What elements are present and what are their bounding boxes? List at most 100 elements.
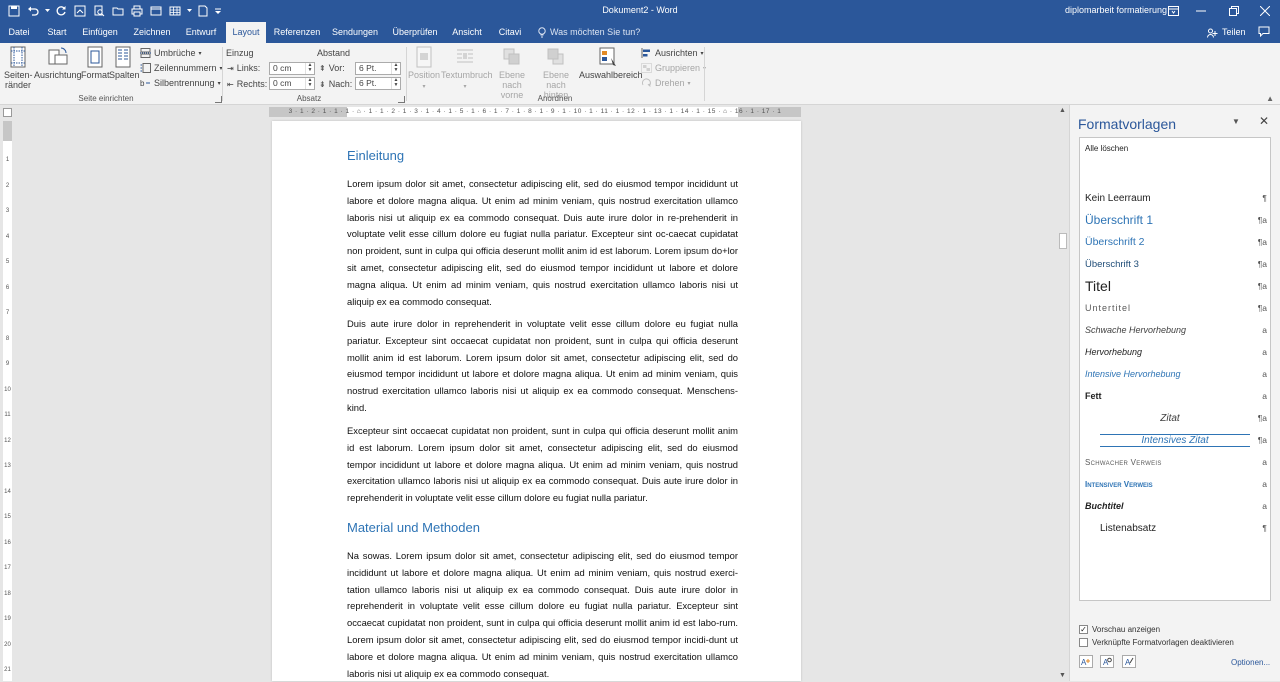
minimize-icon[interactable] <box>1193 3 1209 19</box>
einzug-links-input[interactable]: 0 cm ▲ ▼ <box>269 62 315 75</box>
collapse-ribbon-icon[interactable]: ▲ <box>1266 94 1274 103</box>
tab-start[interactable]: Start <box>43 22 71 43</box>
style-item-kein-leerraum[interactable]: Kein Leerraum ¶ <box>1085 188 1267 208</box>
vertical-ruler[interactable]: 1 2 3 4 5 6 7 8 9 10 11 12 13 14 15 16 17 18 19 20 21 <box>3 121 12 681</box>
ausrichten-button[interactable]: Ausrichten ▾ <box>641 46 704 60</box>
style-name: Buchtitel <box>1085 501 1124 511</box>
absatz-dialog-launcher-icon[interactable] <box>398 96 405 103</box>
pane-options-dropdown-icon[interactable]: ▼ <box>1232 117 1240 126</box>
silbentrennung-label: Silbentrennung <box>154 78 215 88</box>
paragraph[interactable]: Duis aute irure dolor in reprehenderit i… <box>347 316 738 417</box>
style-item-fett[interactable]: Fett a <box>1085 386 1267 406</box>
paragraph[interactable]: Na sowas. Lorem ipsum dolor sit amet, co… <box>347 548 738 682</box>
close-icon[interactable] <box>1257 3 1273 19</box>
style-name: Schwache Hervorhebung <box>1085 325 1187 335</box>
vertical-ruler-label: 10 <box>4 386 11 393</box>
horizontal-ruler[interactable]: 3 · 1 · 2 · 1 · 1 · 1 · ⌂ · 1 · 1 · 2 · … <box>269 107 801 117</box>
style-item-ueberschrift-1[interactable]: Überschrift 1 ¶a <box>1085 210 1267 230</box>
einzug-rechts-input[interactable]: 0 cm ▲ ▼ <box>269 77 315 90</box>
vertical-scrollbar[interactable]: ▲ ▼ <box>1057 105 1069 681</box>
share-button[interactable]: Teilen <box>1207 22 1246 43</box>
style-inspector-icon[interactable]: A <box>1100 655 1114 668</box>
position-button[interactable]: Position ▾ <box>408 46 440 92</box>
tab-einfuegen[interactable]: Einfügen <box>80 22 120 43</box>
spinner-arrows-icon[interactable]: ▲ ▼ <box>305 63 314 74</box>
scroll-down-icon[interactable]: ▼ <box>1059 672 1066 679</box>
scroll-thumb[interactable] <box>1059 233 1067 249</box>
style-item-listenabsatz[interactable]: Listenabsatz ¶ <box>1085 518 1267 538</box>
abstand-nach-input[interactable]: 6 Pt. ▲ ▼ <box>355 77 401 90</box>
heading-material-und-methoden[interactable]: Material und Methoden <box>347 520 480 535</box>
spalten-button[interactable]: Spalten <box>109 46 140 80</box>
tab-citavi[interactable]: Citavi <box>495 22 525 43</box>
tab-ueberpruefen[interactable]: Überprüfen <box>389 22 441 43</box>
style-item-untertitel[interactable]: Untertitel ¶a <box>1085 298 1267 318</box>
style-name: Titel <box>1085 278 1111 294</box>
spinner-arrows-icon[interactable]: ▲ ▼ <box>305 78 314 89</box>
linked-styles-checkbox[interactable] <box>1079 638 1088 647</box>
tab-referenzen[interactable]: Referenzen <box>272 22 322 43</box>
seitenraender-button[interactable]: Seiten- ränder <box>4 46 33 90</box>
textumbruch-button[interactable]: Textumbruch ▾ <box>441 46 493 92</box>
ausrichtung-button[interactable]: Ausrichtung <box>34 46 82 80</box>
paragraph[interactable]: Excepteur sint occaecat cupidatat non pr… <box>347 423 738 507</box>
tab-entwurf[interactable]: Entwurf <box>182 22 220 43</box>
scroll-up-icon[interactable]: ▲ <box>1059 107 1066 114</box>
tab-datei[interactable]: Datei <box>5 22 33 43</box>
paragraph[interactable]: Lorem ipsum dolor sit amet, consectetur … <box>347 176 738 310</box>
style-item-ueberschrift-3[interactable]: Überschrift 3 ¶a <box>1085 254 1267 274</box>
style-item-ueberschrift-2[interactable]: Überschrift 2 ¶a <box>1085 232 1267 252</box>
style-item-zitat[interactable]: Zitat ¶a <box>1085 408 1267 428</box>
style-item-titel[interactable]: Titel ¶a <box>1085 276 1267 296</box>
user-name[interactable]: diplomarbeit formatierung <box>1065 5 1167 15</box>
linked-styles-checkbox-row[interactable]: Verknüpfte Formatvorlagen deaktivieren <box>1079 638 1234 647</box>
style-item-intensive-hervorhebung[interactable]: Intensive Hervorhebung a <box>1085 364 1267 384</box>
style-item-intensiver-verweis[interactable]: Intensiver Verweis a <box>1085 474 1267 494</box>
vertical-ruler-label: 1 <box>5 157 10 163</box>
seite-einrichten-dialog-launcher-icon[interactable] <box>215 96 222 103</box>
style-item-buchtitel[interactable]: Buchtitel a <box>1085 496 1267 516</box>
vertical-ruler-label: 13 <box>4 463 11 469</box>
abstand-vor-input[interactable]: 6 Pt. ▲ ▼ <box>355 62 401 75</box>
umbrueche-button[interactable]: Umbrüche ▾ <box>140 46 202 60</box>
drehen-button[interactable]: Drehen ▾ <box>641 76 691 90</box>
preview-checkbox-label: Vorschau anzeigen <box>1092 625 1161 634</box>
pane-close-icon[interactable]: ✕ <box>1259 114 1269 128</box>
tab-ansicht[interactable]: Ansicht <box>449 22 485 43</box>
tab-zeichnen[interactable]: Zeichnen <box>130 22 174 43</box>
heading-einleitung[interactable]: Einleitung <box>347 148 404 163</box>
rechts-value: 0 cm <box>273 78 292 88</box>
style-item-hervorhebung[interactable]: Hervorhebung a <box>1085 342 1267 362</box>
zeilennummern-button[interactable]: Zeilennummern▾ <box>140 61 223 75</box>
tell-me-search[interactable]: Was möchten Sie tun? <box>538 22 640 43</box>
document-page[interactable]: Einleitung Lorem ipsum dolor sit amet, c… <box>272 121 801 681</box>
tab-sendungen[interactable]: Sendungen <box>330 22 380 43</box>
style-item-intensives-zitat[interactable]: Intensives Zitat ¶a <box>1085 430 1267 450</box>
new-style-icon[interactable]: A <box>1079 655 1093 668</box>
manage-styles-icon[interactable]: A <box>1122 655 1136 668</box>
gruppieren-button[interactable]: Gruppieren▾ <box>641 61 706 75</box>
auswahlbereich-button[interactable]: Auswahlbereich <box>579 46 643 80</box>
clear-all-styles[interactable]: Alle löschen <box>1085 144 1128 153</box>
silbentrennung-button[interactable]: b Silbentrennung ▾ <box>140 76 221 90</box>
preview-checkbox[interactable]: ✓ <box>1079 625 1088 634</box>
style-item-schwacher-verweis[interactable]: Schwacher Verweis a <box>1085 452 1267 472</box>
spinner-arrows-icon[interactable]: ▲ ▼ <box>391 78 400 89</box>
comments-icon[interactable] <box>1258 26 1270 39</box>
spinner-arrows-icon[interactable]: ▲ ▼ <box>391 63 400 74</box>
ebene-nach-vorne-button[interactable]: Ebene nach vorne <box>490 46 534 100</box>
style-gallery-list[interactable]: Alle löschen Kein Leerraum ¶ Überschrift … <box>1079 137 1271 601</box>
style-name: Überschrift 1 <box>1085 213 1154 227</box>
restore-icon[interactable] <box>1226 3 1242 19</box>
tab-selector[interactable] <box>3 108 12 117</box>
vertical-ruler-label: 19 <box>4 616 11 622</box>
options-link[interactable]: Optionen... <box>1231 658 1270 667</box>
vertical-ruler-label: 16 <box>4 539 11 546</box>
tab-layout[interactable]: Layout <box>226 22 266 43</box>
style-item-schwache-hervorhebung[interactable]: Schwache Hervorhebung a <box>1085 320 1267 340</box>
preview-checkbox-row[interactable]: ✓ Vorschau anzeigen <box>1079 625 1160 634</box>
format-button[interactable]: Format <box>81 46 110 80</box>
vertical-ruler-label: 12 <box>4 437 11 444</box>
ribbon-display-options-icon[interactable] <box>1165 3 1181 19</box>
ebene-nach-hinten-button[interactable]: Ebene nach hinten <box>534 46 578 100</box>
